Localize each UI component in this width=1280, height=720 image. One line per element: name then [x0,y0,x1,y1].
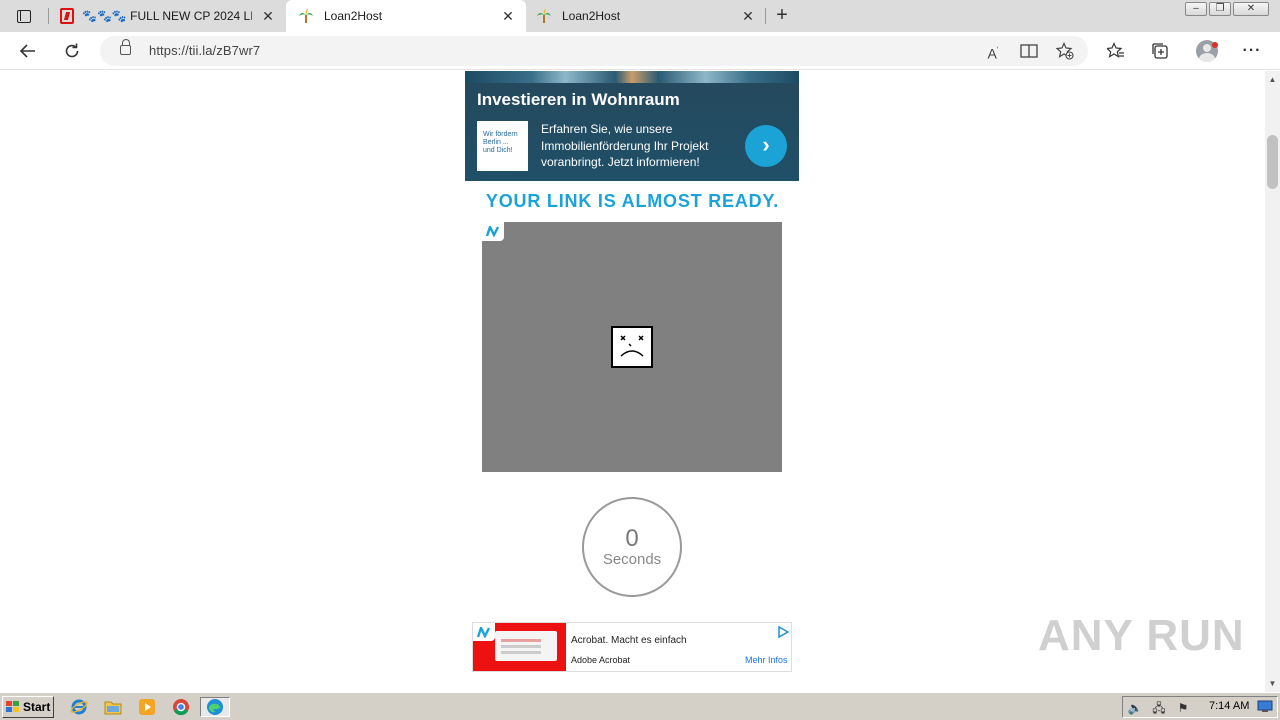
ad-headline: Acrobat. Macht es einfach [571,635,687,646]
ad-cta-button[interactable]: › [745,125,787,167]
ad-network-icon [477,627,491,638]
system-tray: 🔈 🖧 ⚑ 7:14 AM [1122,696,1278,718]
close-tab-icon[interactable]: ✕ [500,8,516,24]
ie-taskbar-icon[interactable] [68,697,90,717]
start-button[interactable]: Start [2,696,54,718]
lock-icon [120,39,131,55]
network-icon[interactable]: 🖧 [1151,700,1167,716]
scroll-up-icon[interactable]: ▲ [1268,75,1277,84]
settings-more-icon[interactable]: ··· [1240,39,1264,63]
refresh-button[interactable] [60,39,84,63]
minimize-button[interactable]: – [1185,2,1207,16]
action-center-flag-icon[interactable]: ⚑ [1175,700,1191,716]
anyrun-watermark: ANY RUN [1038,611,1245,660]
countdown-timer: 0 Seconds [582,497,682,597]
address-bar[interactable]: https://tii.la/zB7wr7 Aʼ [100,36,1088,66]
ad-network-badge[interactable] [482,222,504,241]
ad-headline: Investieren in Wohnraum [477,90,680,109]
ad-brand: Adobe Acrobat [571,655,631,665]
vertical-scrollbar[interactable]: ▲ ▼ [1265,71,1280,692]
palm-favicon-icon [299,9,313,23]
ad-copy: Erfahren Sie, wie unsere Immobilienförde… [541,122,709,169]
url-text[interactable]: https://tii.la/zB7wr7 [149,43,260,58]
clock[interactable]: 7:14 AM [1209,700,1249,712]
back-arrow-icon [19,44,35,58]
edge-taskbar-icon[interactable] [200,697,230,717]
tab-1[interactable]: 🐾🐾🐾 FULL NEW CP 2024 LIVES ✕ [56,0,286,32]
media-player-taskbar-icon[interactable] [136,697,158,717]
start-label: Start [23,700,51,714]
add-favorite-icon[interactable] [1054,40,1076,62]
link-ready-heading: YOUR LINK IS ALMOST READY. [485,191,780,211]
tab-actions-icon [17,9,31,23]
countdown-value: 0 [625,525,639,552]
close-tab-icon[interactable]: ✕ [260,8,276,24]
ad-banner-top[interactable]: Investieren in Wohnraum Wir fördern Berl… [465,71,799,181]
close-tab-icon[interactable]: ✕ [740,8,756,24]
taskbar: Start 🔈 🖧 ⚑ 7:14 AM [0,692,1280,720]
ad-placeholder[interactable] [482,222,782,472]
broken-content-icon [611,326,653,368]
countdown-label: Seconds [602,551,662,568]
tab-separator [48,8,49,24]
windows-logo-icon [6,701,20,713]
restore-button[interactable]: ❐ [1209,2,1231,16]
immersive-reader-icon[interactable] [1018,40,1040,62]
explorer-taskbar-icon[interactable] [102,697,124,717]
pdf-favicon-icon [60,8,74,24]
volume-icon[interactable]: 🔈 [1127,700,1143,716]
tab-strip: 🐾🐾🐾 FULL NEW CP 2024 LIVES ✕ Loan2Host ✕… [0,0,1280,32]
tab-3[interactable]: Loan2Host ✕ [526,0,766,32]
favorites-icon[interactable] [1104,39,1128,63]
ad-network-badge[interactable] [473,623,495,641]
tab-title: 🐾🐾🐾 FULL NEW CP 2024 LIVES [82,9,252,23]
tab-title: Loan2Host [324,9,383,23]
adchoices-icon[interactable] [777,626,789,638]
tab-actions-button[interactable] [8,6,40,26]
tab-2[interactable]: Loan2Host ✕ [286,0,526,32]
ad-photo [465,71,799,83]
collections-icon[interactable] [1148,39,1172,63]
close-window-button[interactable]: ✕ [1233,2,1269,16]
tab-title: Loan2Host [562,9,621,23]
palm-favicon-icon [537,9,551,23]
ad-network-icon [486,226,500,237]
ad-logo: Wir fördern Berlin ... und Dich! [477,121,528,171]
profile-status-dot [1212,42,1218,48]
ad-banner-bottom[interactable]: Acrobat. Macht es einfach Adobe Acrobat … [472,622,792,672]
page-viewport: Investieren in Wohnraum Wir fördern Berl… [0,71,1265,692]
browser-toolbar: https://tii.la/zB7wr7 Aʼ ··· [0,32,1280,70]
back-button[interactable] [16,39,40,63]
scroll-thumb[interactable] [1267,135,1278,189]
show-desktop-icon[interactable] [1257,700,1273,716]
refresh-icon [65,43,79,58]
tab-separator [765,8,766,24]
chrome-taskbar-icon[interactable] [170,697,192,717]
new-tab-button[interactable]: + [772,5,792,26]
read-aloud-icon[interactable]: Aʼ [982,40,1004,62]
ad-more-info-link[interactable]: Mehr Infos [745,655,788,665]
scroll-down-icon[interactable]: ▼ [1268,679,1277,688]
